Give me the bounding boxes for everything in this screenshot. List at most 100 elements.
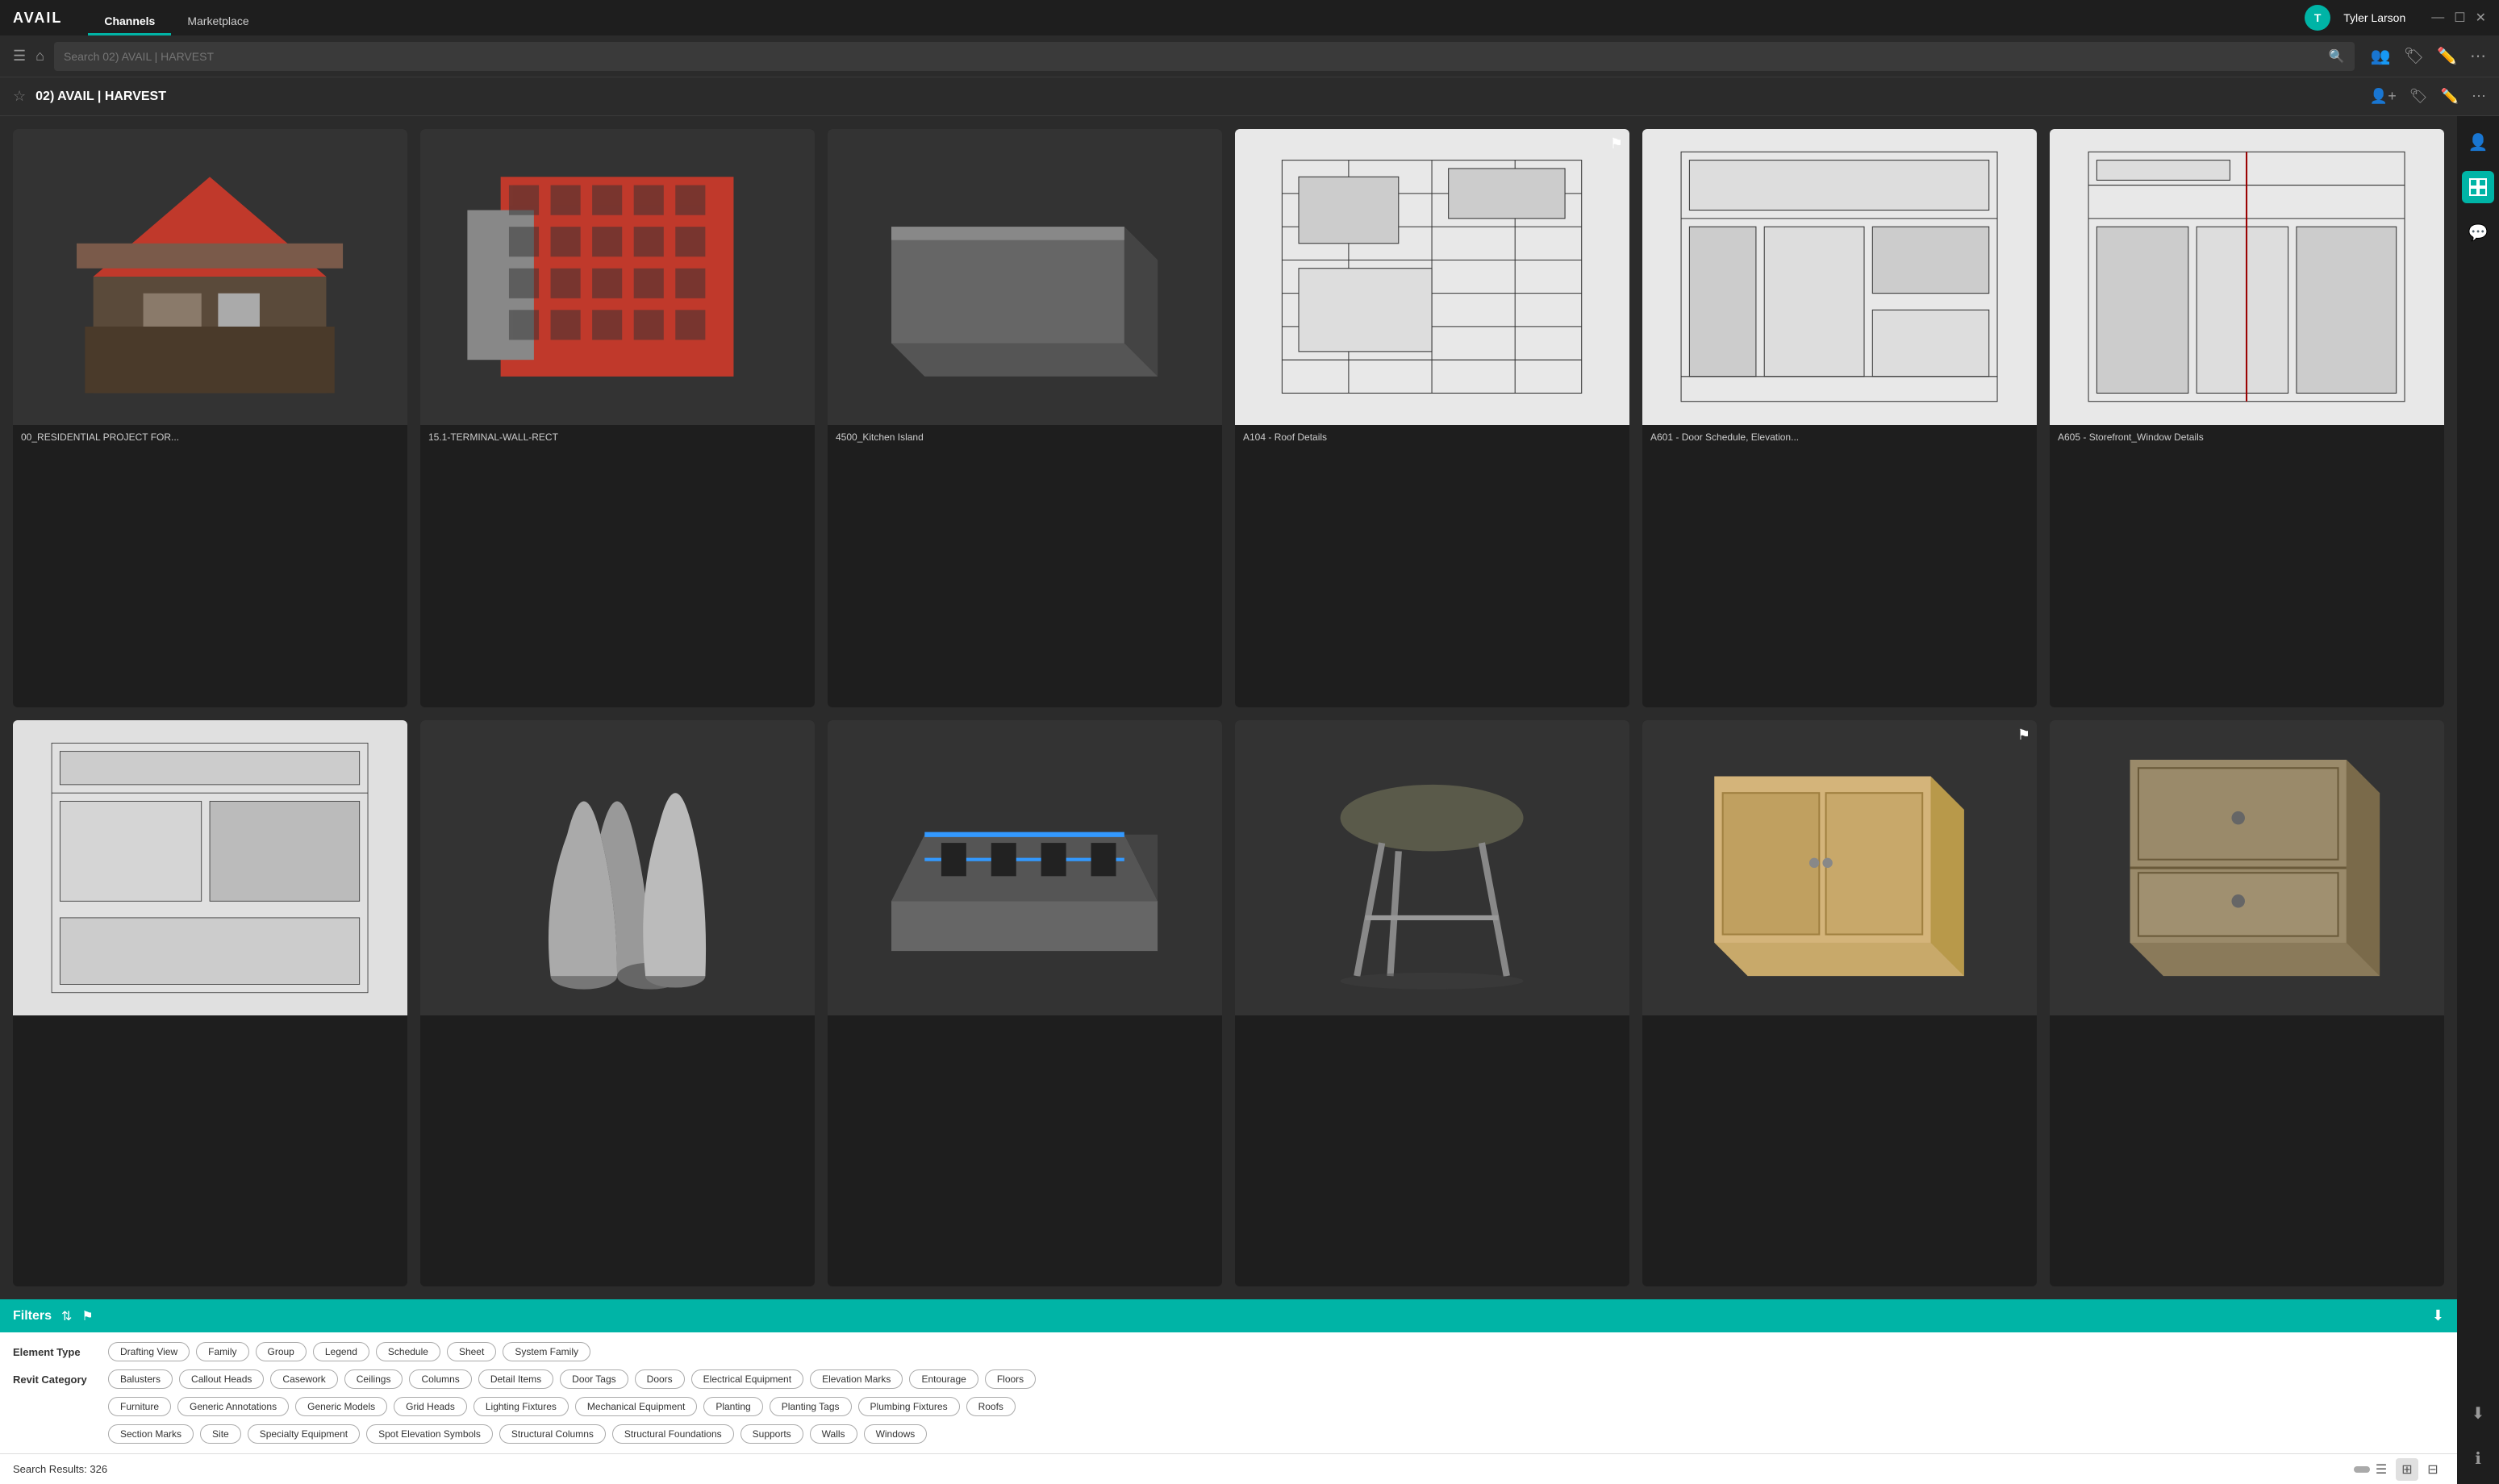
search-container: 🔍: [54, 42, 2355, 71]
filter-chip-door-tags[interactable]: Door Tags: [560, 1369, 628, 1389]
grid-view-button[interactable]: ⊞: [2396, 1458, 2418, 1481]
filter-chip-schedule[interactable]: Schedule: [376, 1342, 440, 1361]
filter-chip-legend[interactable]: Legend: [313, 1342, 369, 1361]
star-icon[interactable]: ☆: [13, 88, 26, 105]
filter-chip-balusters[interactable]: Balusters: [108, 1369, 173, 1389]
grid-item[interactable]: 00_RESIDENTIAL PROJECT FOR...: [13, 129, 407, 707]
filter-chip-specialty-equipment[interactable]: Specialty Equipment: [248, 1424, 360, 1444]
nav-marketplace[interactable]: Marketplace: [171, 0, 265, 35]
element-type-row: Element Type Drafting View Family Group …: [13, 1342, 2444, 1361]
flag-icon[interactable]: ⚑: [2017, 727, 2030, 744]
filter-chip-generic-annotations[interactable]: Generic Annotations: [177, 1397, 289, 1416]
grid-item[interactable]: [420, 720, 815, 1287]
grid-item[interactable]: [2050, 720, 2444, 1287]
options-icon[interactable]: ⋯: [2472, 88, 2486, 105]
filter-chip-system-family[interactable]: System Family: [503, 1342, 590, 1361]
filter-chip-structural-foundations[interactable]: Structural Foundations: [612, 1424, 734, 1444]
filter-chip-section-marks[interactable]: Section Marks: [108, 1424, 194, 1444]
filter-chip-columns[interactable]: Columns: [409, 1369, 471, 1389]
grid-item[interactable]: [1235, 720, 1629, 1287]
filter-chip-windows[interactable]: Windows: [864, 1424, 928, 1444]
grid-item[interactable]: 15.1-TERMINAL-WALL-RECT: [420, 129, 815, 707]
grid-item[interactable]: 4500_Kitchen Island: [828, 129, 1222, 707]
grid-item-image: [420, 129, 815, 425]
filter-chip-spot-elevation[interactable]: Spot Elevation Symbols: [366, 1424, 493, 1444]
filter-chip-planting-tags[interactable]: Planting Tags: [770, 1397, 852, 1416]
filter-flag-icon[interactable]: ⚑: [81, 1308, 93, 1324]
revit-category-label: Revit Category: [13, 1374, 102, 1386]
filter-chip-sheet[interactable]: Sheet: [447, 1342, 496, 1361]
filter-chip-ceilings[interactable]: Ceilings: [344, 1369, 403, 1389]
user-avatar: T: [2305, 5, 2330, 31]
status-bar: Search Results: 326 ☰ ⊞ ⊟: [0, 1453, 2457, 1484]
filters-title: Filters: [13, 1309, 52, 1324]
sidebar-info-icon[interactable]: ℹ: [2462, 1442, 2494, 1474]
sidebar-grid-icon[interactable]: [2462, 171, 2494, 203]
grid-item[interactable]: ⚑ A104 - Roof Details: [1235, 129, 1629, 707]
grid-item-image: [828, 129, 1222, 425]
channel-header-left: ☆ 02) AVAIL | HARVEST: [13, 88, 166, 105]
bookmark-icon[interactable]: 🏷: [2409, 88, 2428, 105]
home-icon[interactable]: ⌂: [35, 48, 44, 65]
filter-chip-supports[interactable]: Supports: [741, 1424, 803, 1444]
right-sidebar: 👤 💬 ⬇ ℹ: [2457, 116, 2499, 1484]
search-input[interactable]: [64, 50, 2329, 63]
close-button[interactable]: ✕: [2476, 10, 2486, 26]
grid-item-image: [1642, 129, 2037, 425]
minimize-button[interactable]: —: [2431, 10, 2444, 25]
filter-chip-structural-columns[interactable]: Structural Columns: [499, 1424, 606, 1444]
filter-chip-group[interactable]: Group: [256, 1342, 307, 1361]
menu-icon[interactable]: ☰: [13, 48, 26, 65]
download-icon[interactable]: ⬇: [2432, 1307, 2444, 1324]
edit-icon[interactable]: ✏️: [2437, 46, 2457, 66]
filter-chip-roofs[interactable]: Roofs: [966, 1397, 1016, 1416]
grid-item[interactable]: A605 - Storefront_Window Details: [2050, 129, 2444, 707]
grid-item[interactable]: A601 - Door Schedule, Elevation...: [1642, 129, 2037, 707]
filter-chip-family[interactable]: Family: [196, 1342, 248, 1361]
filter-chip-casework[interactable]: Casework: [270, 1369, 337, 1389]
filter-chip-walls[interactable]: Walls: [810, 1424, 857, 1444]
more-icon[interactable]: ⋯: [2470, 46, 2486, 66]
search-icon[interactable]: 🔍: [2329, 48, 2345, 65]
sidebar-download-icon[interactable]: ⬇: [2462, 1397, 2494, 1429]
filter-chip-doors[interactable]: Doors: [635, 1369, 685, 1389]
tag-icon[interactable]: 🏷: [2404, 46, 2424, 66]
filters-body: Element Type Drafting View Family Group …: [0, 1332, 2457, 1453]
sidebar-chat-icon[interactable]: 💬: [2462, 216, 2494, 248]
list-view-button[interactable]: ☰: [2370, 1458, 2393, 1481]
main-content: 00_RESIDENTIAL PROJECT FOR...: [0, 116, 2457, 1299]
maximize-button[interactable]: ☐: [2454, 10, 2465, 26]
sidebar-user-icon[interactable]: 👤: [2462, 126, 2494, 158]
filter-chip-generic-models[interactable]: Generic Models: [295, 1397, 387, 1416]
filter-chip-electrical-equipment[interactable]: Electrical Equipment: [691, 1369, 803, 1389]
filter-chip-site[interactable]: Site: [200, 1424, 241, 1444]
share-icon[interactable]: 👤+: [2370, 88, 2397, 105]
filter-chip-floors[interactable]: Floors: [985, 1369, 1036, 1389]
filter-chip-detail-items[interactable]: Detail Items: [478, 1369, 553, 1389]
window-controls: — ☐ ✕: [2431, 10, 2486, 26]
filter-chip-callout-heads[interactable]: Callout Heads: [179, 1369, 264, 1389]
detail-view-button[interactable]: ⊟: [2422, 1458, 2444, 1481]
grid-item[interactable]: [828, 720, 1222, 1287]
scroll-thumb[interactable]: [2354, 1466, 2370, 1473]
filter-chip-elevation-marks[interactable]: Elevation Marks: [810, 1369, 903, 1389]
grid-item-label: A605 - Storefront_Window Details: [2050, 425, 2444, 449]
filter-chip-grid-heads[interactable]: Grid Heads: [394, 1397, 467, 1416]
grid-item[interactable]: [13, 720, 407, 1287]
filter-chip-furniture[interactable]: Furniture: [108, 1397, 171, 1416]
nav-channels[interactable]: Channels: [88, 0, 171, 35]
filter-chip-plumbing-fixtures[interactable]: Plumbing Fixtures: [858, 1397, 960, 1416]
filter-chip-drafting-view[interactable]: Drafting View: [108, 1342, 190, 1361]
filter-chip-planting[interactable]: Planting: [703, 1397, 762, 1416]
grid-item-label: [1642, 1015, 2037, 1028]
filter-sort-icon[interactable]: ⇅: [61, 1308, 72, 1324]
filter-chip-lighting-fixtures[interactable]: Lighting Fixtures: [474, 1397, 569, 1416]
grid-item[interactable]: ⚑: [1642, 720, 2037, 1287]
flag-icon[interactable]: ⚑: [1610, 135, 1623, 152]
grid-item-label: [13, 1015, 407, 1028]
filter-chip-entourage[interactable]: Entourage: [909, 1369, 978, 1389]
grid-item-image: [2050, 720, 2444, 1016]
user-group-icon[interactable]: 👥: [2371, 46, 2391, 66]
compose-icon[interactable]: ✏️: [2441, 88, 2459, 105]
filter-chip-mechanical-equipment[interactable]: Mechanical Equipment: [575, 1397, 697, 1416]
